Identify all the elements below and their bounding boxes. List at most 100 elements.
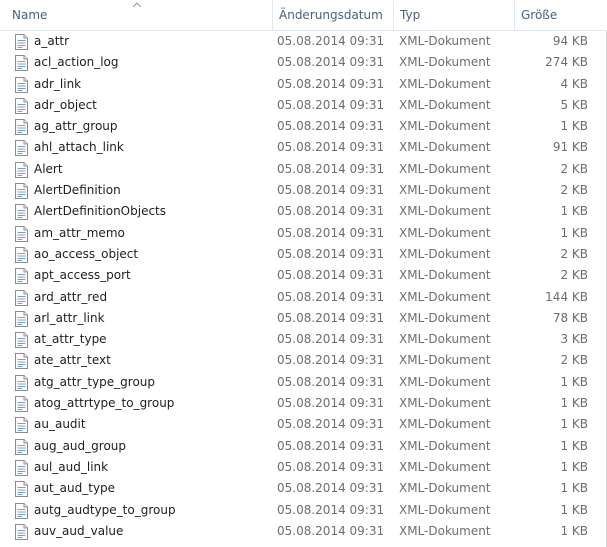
file-type: XML-Dokument — [399, 481, 491, 496]
file-name: ao_access_object — [34, 246, 139, 261]
xml-document-icon — [15, 417, 28, 434]
file-modified-date: 05.08.2014 09:31 — [277, 268, 385, 283]
file-modified-date: 05.08.2014 09:31 — [277, 438, 385, 453]
file-row[interactable]: AlertDefinitionObjects 05.08.2014 09:31 … — [0, 201, 607, 222]
file-type: XML-Dokument — [399, 268, 491, 283]
file-row[interactable]: arl_attr_link 05.08.2014 09:31 XML-Dokum… — [0, 308, 607, 329]
file-size: 274 KB — [545, 55, 588, 70]
xml-document-icon — [15, 332, 28, 349]
file-row[interactable]: acl_action_log 05.08.2014 09:31 XML-Doku… — [0, 52, 607, 73]
file-type: XML-Dokument — [399, 353, 491, 368]
file-type: XML-Dokument — [399, 459, 491, 474]
column-header-bar: Name Änderungsdatum Typ Größe — [0, 0, 607, 31]
file-name: aug_aud_group — [34, 438, 127, 453]
file-row[interactable]: am_attr_memo 05.08.2014 09:31 XML-Dokume… — [0, 223, 607, 244]
file-modified-date: 05.08.2014 09:31 — [277, 119, 385, 134]
column-header-date[interactable]: Änderungsdatum — [272, 0, 393, 30]
file-modified-date: 05.08.2014 09:31 — [277, 459, 385, 474]
file-row[interactable]: apt_access_port 05.08.2014 09:31 XML-Dok… — [0, 265, 607, 286]
file-modified-date: 05.08.2014 09:31 — [277, 225, 385, 240]
file-size: 1 KB — [560, 374, 588, 389]
file-modified-date: 05.08.2014 09:31 — [277, 353, 385, 368]
file-name: au_audit — [34, 417, 86, 432]
file-row[interactable]: aul_aud_link 05.08.2014 09:31 XML-Dokume… — [0, 457, 607, 478]
file-row[interactable]: atg_attr_type_group 05.08.2014 09:31 XML… — [0, 372, 607, 393]
file-size: 1 KB — [560, 502, 588, 517]
file-row[interactable]: ahl_attach_link 05.08.2014 09:31 XML-Dok… — [0, 137, 607, 158]
file-size: 1 KB — [560, 459, 588, 474]
file-name: Alert — [34, 161, 63, 176]
file-name: atg_attr_type_group — [34, 374, 156, 389]
xml-document-icon — [15, 225, 28, 242]
file-size: 2 KB — [560, 161, 588, 176]
xml-document-icon — [15, 246, 28, 263]
file-size: 5 KB — [560, 97, 588, 112]
file-row[interactable]: atog_attrtype_to_group 05.08.2014 09:31 … — [0, 393, 607, 414]
xml-document-icon — [15, 374, 28, 391]
file-row[interactable]: ao_access_object 05.08.2014 09:31 XML-Do… — [0, 244, 607, 265]
sort-ascending-icon — [132, 2, 142, 8]
file-size: 2 KB — [560, 246, 588, 261]
file-modified-date: 05.08.2014 09:31 — [277, 161, 385, 176]
file-modified-date: 05.08.2014 09:31 — [277, 140, 385, 155]
file-modified-date: 05.08.2014 09:31 — [277, 374, 385, 389]
file-type: XML-Dokument — [399, 161, 491, 176]
file-row[interactable]: ate_attr_text 05.08.2014 09:31 XML-Dokum… — [0, 350, 607, 371]
xml-document-icon — [15, 97, 28, 114]
file-type: XML-Dokument — [399, 119, 491, 134]
file-size: 78 KB — [552, 310, 588, 325]
file-size: 2 KB — [560, 268, 588, 283]
file-row[interactable]: a_attr 05.08.2014 09:31 XML-Dokument 94 … — [0, 31, 607, 52]
file-row[interactable]: autg_audtype_to_group 05.08.2014 09:31 X… — [0, 500, 607, 521]
file-name: aut_aud_type — [34, 481, 116, 496]
file-modified-date: 05.08.2014 09:31 — [277, 204, 385, 219]
file-type: XML-Dokument — [399, 34, 491, 48]
file-modified-date: 05.08.2014 09:31 — [277, 55, 385, 70]
file-row[interactable]: adr_link 05.08.2014 09:31 XML-Dokument 4… — [0, 74, 607, 95]
file-row[interactable]: at_attr_type 05.08.2014 09:31 XML-Dokume… — [0, 329, 607, 350]
file-row[interactable]: au_audit 05.08.2014 09:31 XML-Dokument 1… — [0, 414, 607, 435]
file-name: autg_audtype_to_group — [34, 502, 176, 517]
file-name: adr_object — [34, 97, 97, 112]
xml-document-icon — [15, 34, 28, 50]
xml-document-icon — [15, 523, 28, 540]
file-row[interactable]: Alert 05.08.2014 09:31 XML-Dokument 2 KB — [0, 159, 607, 180]
column-header-type[interactable]: Typ — [393, 0, 514, 30]
file-row[interactable]: aug_aud_group 05.08.2014 09:31 XML-Dokum… — [0, 436, 607, 457]
file-modified-date: 05.08.2014 09:31 — [277, 417, 385, 432]
column-header-date-label: Änderungsdatum — [279, 8, 383, 22]
file-row[interactable]: ard_attr_red 05.08.2014 09:31 XML-Dokume… — [0, 287, 607, 308]
file-modified-date: 05.08.2014 09:31 — [277, 183, 385, 198]
column-header-size[interactable]: Größe — [514, 0, 607, 30]
xml-document-icon — [15, 289, 28, 306]
file-name: AlertDefinition — [34, 183, 121, 198]
file-name: ahl_attach_link — [34, 140, 124, 155]
column-header-type-label: Typ — [400, 8, 421, 22]
file-row[interactable]: aut_aud_type 05.08.2014 09:31 XML-Dokume… — [0, 478, 607, 499]
xml-document-icon — [15, 76, 28, 93]
file-row[interactable]: ag_attr_group 05.08.2014 09:31 XML-Dokum… — [0, 116, 607, 137]
column-header-name-label: Name — [12, 8, 48, 22]
file-name: apt_access_port — [34, 268, 131, 283]
file-size: 1 KB — [560, 396, 588, 411]
file-size: 1 KB — [560, 523, 588, 538]
file-name: acl_action_log — [34, 55, 119, 70]
file-size: 1 KB — [560, 438, 588, 453]
xml-document-icon — [15, 502, 28, 519]
file-modified-date: 05.08.2014 09:31 — [277, 502, 385, 517]
file-name: auv_aud_value — [34, 523, 124, 538]
file-size: 91 KB — [552, 140, 588, 155]
file-row[interactable]: adr_object 05.08.2014 09:31 XML-Dokument… — [0, 95, 607, 116]
xml-document-icon — [15, 119, 28, 136]
file-name: adr_link — [34, 76, 82, 91]
file-type: XML-Dokument — [399, 332, 491, 347]
file-modified-date: 05.08.2014 09:31 — [277, 332, 385, 347]
file-row[interactable]: AlertDefinition 05.08.2014 09:31 XML-Dok… — [0, 180, 607, 201]
xml-document-icon — [15, 161, 28, 178]
file-name: ate_attr_text — [34, 353, 111, 368]
file-row[interactable]: auv_aud_value 05.08.2014 09:31 XML-Dokum… — [0, 521, 607, 542]
file-type: XML-Dokument — [399, 55, 491, 70]
file-type: XML-Dokument — [399, 76, 491, 91]
xml-document-icon — [15, 140, 28, 157]
xml-document-icon — [15, 481, 28, 498]
